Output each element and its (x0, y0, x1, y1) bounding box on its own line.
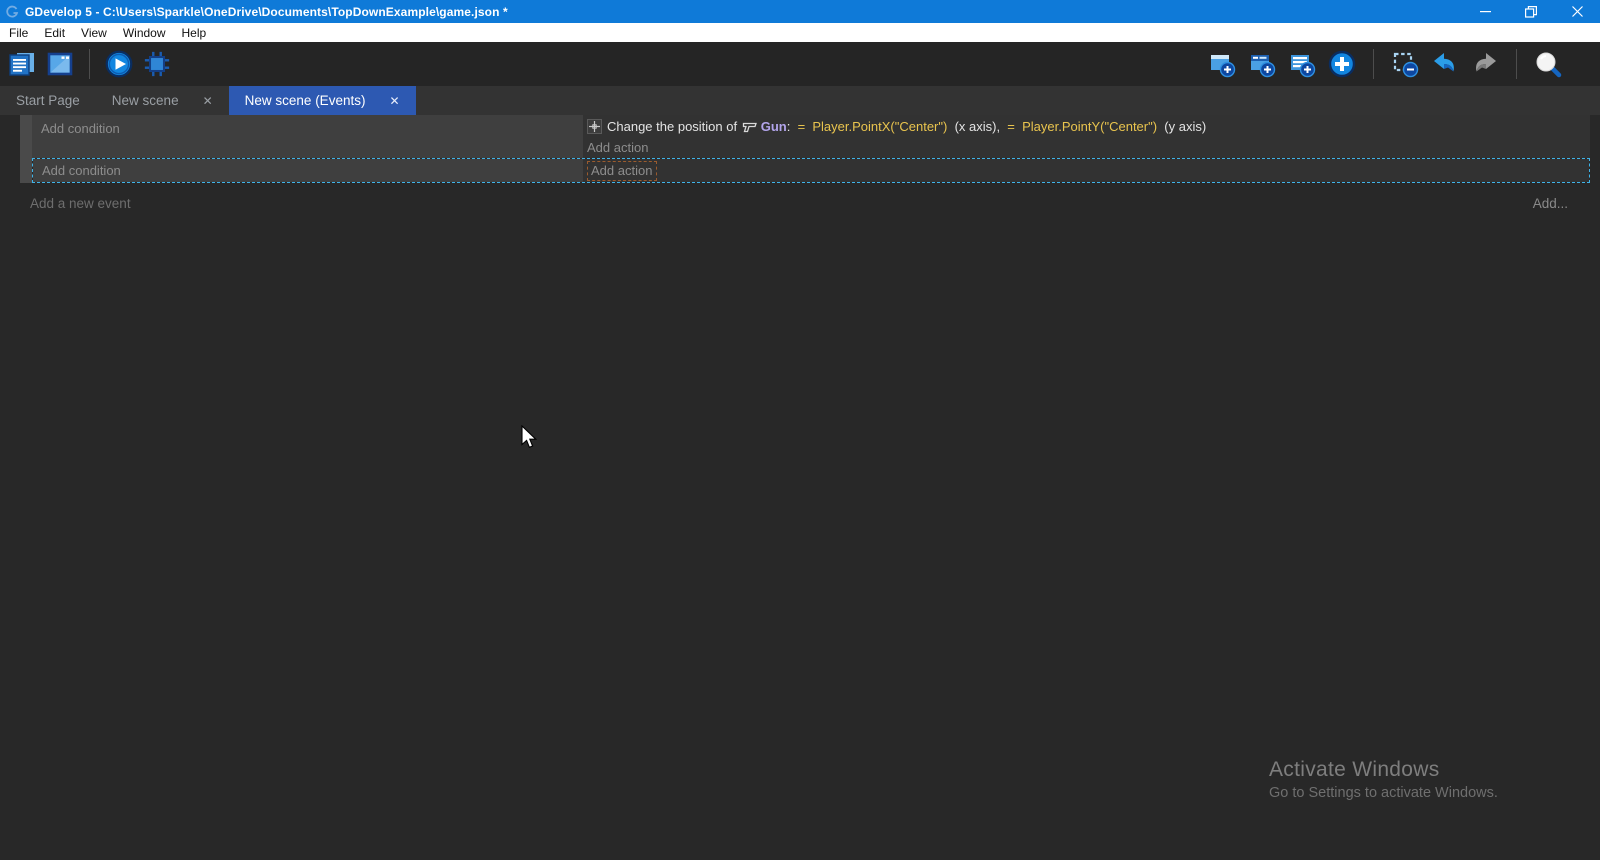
event-drag-handle[interactable] (20, 115, 32, 158)
minimize-button[interactable] (1462, 0, 1508, 23)
add-comment-icon[interactable] (1288, 50, 1316, 78)
event-row-2-selected[interactable]: Add condition Add action (20, 158, 1590, 183)
menu-file[interactable]: File (7, 26, 38, 40)
title-bar: GDevelop 5 - C:\Users\Sparkle\OneDrive\D… (0, 0, 1600, 23)
action-change-position[interactable]: Change the position of Gun: = Player.Poi… (583, 115, 1590, 138)
play-icon[interactable] (105, 50, 133, 78)
tab-label: New scene (Events) (241, 93, 370, 108)
events-footer: Add a new event Add... (30, 196, 1590, 211)
event-row-1[interactable]: Add condition Change the position of (20, 115, 1590, 158)
action-text-prefix: Change the position of (607, 119, 741, 134)
add-subevent-icon[interactable] (1248, 50, 1276, 78)
menu-window[interactable]: Window (121, 26, 176, 40)
menu-view[interactable]: View (79, 26, 117, 40)
position-action-icon (587, 119, 602, 134)
debug-icon[interactable] (143, 50, 171, 78)
actions-cell[interactable]: Change the position of Gun: = Player.Poi… (583, 115, 1590, 158)
toolbar (0, 42, 1600, 86)
toolbar-left-group (8, 49, 171, 79)
close-button[interactable] (1554, 0, 1600, 23)
menu-help[interactable]: Help (180, 26, 217, 40)
delete-selection-icon[interactable] (1391, 50, 1419, 78)
add-action-placeholder[interactable]: Add action (587, 161, 657, 181)
tab-label: Start Page (12, 93, 84, 108)
events-sheet: Add condition Change the position of (0, 115, 1600, 860)
event-selection-outline: Add condition Add action (32, 158, 1590, 183)
tab-label: New scene (108, 93, 183, 108)
gdevelop-logo-icon (5, 5, 19, 19)
action-y-expression: = Player.PointY("Center") (1007, 119, 1157, 134)
actions-cell[interactable]: Add action (583, 159, 1589, 182)
restore-button[interactable] (1508, 0, 1554, 23)
add-condition-placeholder[interactable]: Add condition (41, 121, 120, 136)
window-controls (1462, 0, 1600, 23)
watermark-subtitle: Go to Settings to activate Windows. (1269, 785, 1498, 801)
conditions-cell[interactable]: Add condition (33, 159, 583, 182)
tab-new-scene[interactable]: New scene ✕ (96, 86, 229, 115)
event-row-body: Add condition Change the position of (32, 115, 1590, 158)
gdevelop-window: { "window": { "title": "GDevelop 5 - C:\… (0, 0, 1600, 860)
window-title: GDevelop 5 - C:\Users\Sparkle\OneDrive\D… (25, 5, 508, 19)
add-more-icon[interactable] (1328, 50, 1356, 78)
event-drag-handle[interactable] (20, 158, 32, 183)
project-manager-icon[interactable] (8, 50, 36, 78)
conditions-cell[interactable]: Add condition (32, 115, 583, 158)
toolbar-separator (1516, 49, 1517, 79)
action-object-name: Gun (761, 119, 787, 134)
add-action-drop-target[interactable]: Add action (583, 159, 1589, 181)
add-action-placeholder[interactable]: Add action (583, 138, 1590, 158)
scene-editor-icon[interactable] (46, 50, 74, 78)
action-separator: : (787, 119, 798, 134)
redo-icon[interactable] (1471, 50, 1499, 78)
toolbar-separator (1373, 49, 1374, 79)
watermark-title: Activate Windows (1269, 758, 1498, 782)
search-icon[interactable] (1534, 50, 1562, 78)
tab-bar: Start Page New scene ✕ New scene (Events… (0, 86, 1600, 115)
action-y-axis-label: (y axis) (1157, 119, 1206, 134)
add-new-event-button[interactable]: Add a new event (30, 196, 131, 211)
toolbar-right-group (1208, 49, 1562, 79)
tab-start-page[interactable]: Start Page (0, 86, 96, 115)
action-x-axis-label: (x axis), (947, 119, 1007, 134)
tab-new-scene-events[interactable]: New scene (Events) ✕ (229, 86, 416, 115)
add-event-icon[interactable] (1208, 50, 1236, 78)
tab-close-icon[interactable]: ✕ (199, 94, 217, 108)
add-condition-placeholder[interactable]: Add condition (42, 163, 121, 178)
menu-edit[interactable]: Edit (42, 26, 75, 40)
menu-bar: File Edit View Window Help (0, 23, 1600, 42)
tab-close-icon[interactable]: ✕ (385, 94, 403, 108)
undo-icon[interactable] (1431, 50, 1459, 78)
gun-object-icon (742, 122, 758, 133)
add-event-menu-button[interactable]: Add... (1533, 196, 1590, 211)
toolbar-separator (89, 49, 90, 79)
activate-windows-watermark: Activate Windows Go to Settings to activ… (1269, 758, 1498, 801)
action-x-expression: = Player.PointX("Center") (798, 119, 948, 134)
